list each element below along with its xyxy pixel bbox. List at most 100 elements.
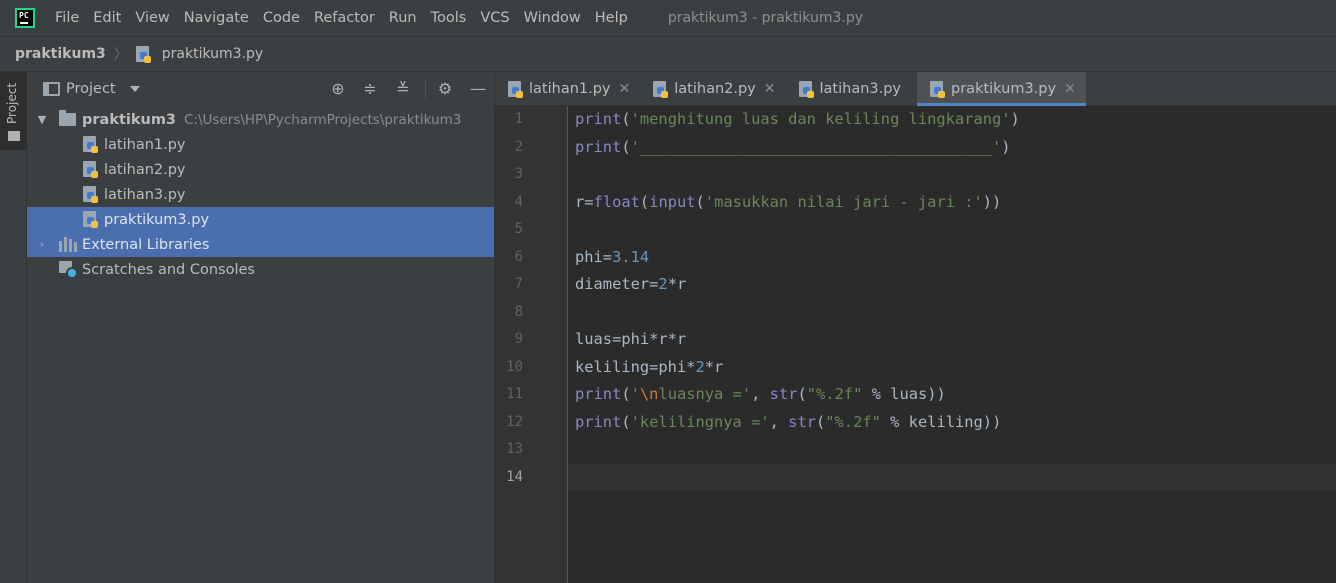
code-line-1[interactable]: print('menghitung luas dan keliling ling… (575, 106, 1020, 134)
token: , (769, 412, 789, 431)
token: 2 (695, 357, 705, 376)
tab-latihan2[interactable]: latihan2.py ✕ (640, 72, 785, 106)
token: , (751, 385, 770, 403)
code-line-4[interactable]: r=float(input('masukkan nilai jari - jar… (575, 189, 1001, 217)
pycharm-logo-icon[interactable]: PC (15, 8, 35, 28)
python-file-icon (83, 186, 99, 203)
code-line-6[interactable]: phi=3.14 (575, 244, 649, 272)
breadcrumb-separator: 〉 (113, 47, 128, 63)
menu-refactor[interactable]: Refactor (314, 10, 375, 26)
breadcrumb-project[interactable]: praktikum3 (15, 46, 106, 62)
token: 'masukkan nilai jari - jari :' (704, 192, 983, 211)
tab-latihan3[interactable]: latihan3.py (786, 72, 918, 106)
current-line-highlight (568, 464, 1336, 491)
token: % luas)) (862, 385, 946, 403)
tab-praktikum3[interactable]: praktikum3.py ✕ (917, 72, 1086, 106)
locate-file-icon[interactable]: ⊕ (329, 80, 347, 98)
tree-item-latihan3[interactable]: latihan3.py (27, 182, 494, 207)
menu-vcs[interactable]: VCS (480, 10, 509, 26)
tree-root-name: praktikum3 (82, 111, 177, 128)
token: "%.2f" (825, 412, 881, 431)
menu-run[interactable]: Run (389, 10, 417, 26)
code-line-11[interactable]: print('\nluasnya =', str("%.2f" % luas)) (575, 381, 946, 409)
token: ( (797, 385, 807, 403)
token: ( (621, 110, 631, 128)
token: 3.14 (612, 247, 650, 266)
chevron-down-icon[interactable]: ▼ (37, 113, 47, 126)
code-line-10[interactable]: keliling=phi*2*r (575, 354, 723, 382)
line-number: 2 (514, 138, 523, 155)
chevron-right-icon[interactable]: › (37, 238, 47, 251)
menu-window[interactable]: Window (524, 10, 581, 26)
tree-root-praktikum3[interactable]: ▼ praktikum3 C:\Users\HP\PycharmProjects… (27, 107, 494, 132)
menu-edit[interactable]: Edit (93, 10, 121, 26)
tree-item-praktikum3[interactable]: praktikum3.py (27, 207, 494, 232)
library-icon (59, 237, 78, 252)
tree-item-label: External Libraries (82, 236, 210, 253)
token: *r (704, 357, 724, 376)
token: print (575, 412, 622, 431)
menu-help[interactable]: Help (595, 10, 628, 26)
project-tool-button[interactable]: Project (0, 72, 27, 150)
tree-item-latihan1[interactable]: latihan1.py (27, 132, 494, 157)
tab-label: latihan3.py (819, 81, 902, 97)
token: luasnya =' (658, 385, 752, 403)
token: \n (639, 385, 659, 403)
tab-label: praktikum3.py (951, 81, 1057, 97)
window-title: praktikum3 - praktikum3.py (667, 10, 863, 26)
line-number: 4 (514, 193, 523, 210)
tree-item-scratches[interactable]: Scratches and Consoles (27, 257, 494, 282)
tree-item-latihan2[interactable]: latihan2.py (27, 157, 494, 182)
code-line-2[interactable]: print('_________________________________… (575, 134, 1011, 162)
project-tool-label: Project (5, 82, 19, 124)
tool-window-strip: Project (0, 72, 27, 583)
code-line-12[interactable]: print('kelilingnya =', str("%.2f" % keli… (575, 409, 1001, 437)
menu-view[interactable]: View (135, 10, 169, 26)
token: str (788, 412, 816, 431)
close-icon[interactable]: ✕ (619, 81, 631, 97)
line-number: 10 (506, 358, 523, 375)
breadcrumb-file[interactable]: praktikum3.py (162, 46, 263, 62)
folder-icon (8, 131, 20, 141)
token: "%.2f" (806, 385, 863, 403)
tab-latihan1[interactable]: latihan1.py ✕ (495, 72, 640, 106)
python-file-icon (798, 80, 815, 98)
menu-navigate[interactable]: Navigate (184, 10, 249, 26)
close-icon[interactable]: ✕ (1064, 81, 1076, 97)
expand-all-icon[interactable]: ≑ (361, 80, 379, 98)
project-view-icon (43, 82, 60, 96)
line-number: 8 (514, 303, 523, 320)
token: % keliling)) (880, 412, 1002, 431)
token: '______________________________________' (630, 137, 1002, 156)
token: print (575, 110, 622, 128)
tree-item-label: latihan2.py (104, 161, 186, 178)
menu-code[interactable]: Code (263, 10, 300, 26)
code-line-9[interactable]: luas=phi*r*r (575, 326, 686, 354)
code-line-7[interactable]: diameter=2*r (575, 271, 686, 299)
breadcrumb: praktikum3 〉 praktikum3.py (0, 36, 1336, 72)
line-number: 9 (514, 331, 523, 347)
chevron-down-icon[interactable] (129, 86, 140, 92)
close-icon[interactable]: ✕ (764, 81, 776, 97)
menu-file[interactable]: File (55, 10, 79, 26)
token: 'kelilingnya =' (630, 412, 770, 431)
token: phi= (575, 247, 613, 266)
tree-item-external-libraries[interactable]: › External Libraries (27, 232, 494, 257)
token: *r (667, 275, 687, 293)
token: diameter= (575, 275, 659, 293)
folder-icon (59, 110, 76, 126)
menu-tools[interactable]: Tools (431, 10, 467, 26)
gear-icon[interactable]: ⚙ (436, 80, 454, 98)
hide-panel-icon[interactable]: — (469, 80, 487, 98)
token: ( (621, 137, 631, 156)
token: str (769, 385, 798, 403)
token: print (575, 137, 622, 156)
project-panel-header: Project ⊕ ≑ ≚ ⚙ — (27, 72, 494, 106)
token: ( (621, 385, 631, 403)
python-file-icon (653, 80, 669, 98)
project-panel-title[interactable]: Project (66, 81, 116, 97)
line-number: 7 (514, 276, 523, 292)
token: ) (1001, 137, 1011, 156)
collapse-all-icon[interactable]: ≚ (394, 80, 412, 98)
header-divider (425, 80, 426, 98)
